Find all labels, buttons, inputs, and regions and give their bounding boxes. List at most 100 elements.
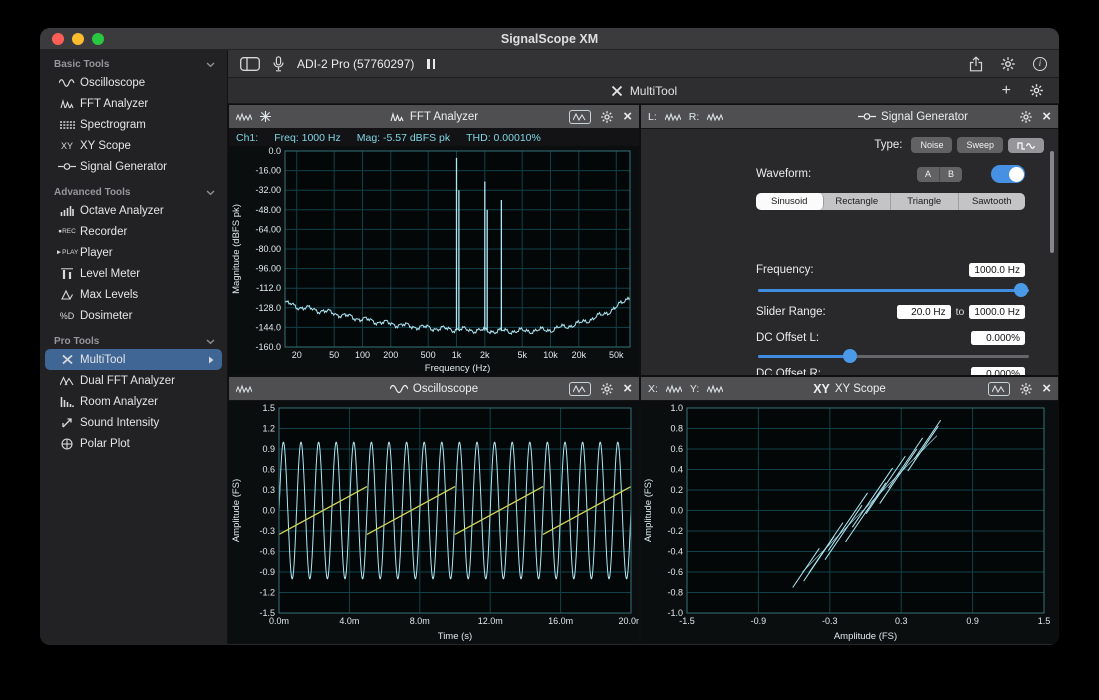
title-bar[interactable]: SignalScope XM (40, 28, 1059, 50)
sidebar-item-label: Dosimeter (80, 310, 132, 322)
slider-thumb[interactable] (1014, 283, 1028, 297)
range-max-field[interactable]: 1000.0 Hz (969, 305, 1025, 319)
slider-fill (758, 355, 850, 358)
scrollbar[interactable] (1050, 151, 1054, 253)
intensity-arrow-icon (54, 417, 80, 428)
siggen-settings-gear-icon[interactable] (1019, 110, 1033, 124)
section-label: Advanced Tools (54, 187, 131, 198)
waveform-rectangle-segment[interactable]: Rectangle (824, 193, 892, 210)
waveform-triangle-segment[interactable]: Triangle (891, 193, 959, 210)
input-meter-icon[interactable] (236, 112, 252, 122)
sidebar-section-advanced-tools[interactable]: Advanced Tools (40, 184, 227, 200)
sidebar-item-level-meter[interactable]: Level Meter (45, 263, 222, 284)
oscilloscope-header[interactable]: Oscilloscope × (229, 377, 639, 401)
sidebar-item-dual-fft-analyzer[interactable]: Dual FFT Analyzer (45, 370, 222, 391)
pause-button[interactable] (427, 59, 435, 69)
signal-generator-header[interactable]: L: R: Signal Generator × (641, 105, 1058, 129)
window-title: SignalScope XM (40, 32, 1059, 46)
xy-icon: XY (54, 141, 80, 151)
sidebar-item-player[interactable]: ►PLAY Player (45, 242, 222, 263)
sidebar-item-dosimeter[interactable]: %D Dosimeter (45, 305, 222, 326)
sidebar-item-signal-generator[interactable]: Signal Generator (45, 156, 222, 177)
zoom-window-button[interactable] (92, 33, 104, 45)
channel-settings-gear-icon[interactable] (1000, 56, 1016, 72)
spectrum-peaks-icon (54, 99, 80, 109)
x-channel-label: X: (648, 383, 658, 395)
waveform-segmented-control: Sinusoid Rectangle Triangle Sawtooth (756, 193, 1025, 210)
fft-panel-header[interactable]: FFT Analyzer × (229, 105, 639, 129)
type-tone-button[interactable] (1008, 138, 1044, 153)
microphone-icon[interactable] (273, 56, 284, 72)
spectrum-peaks-icon (390, 112, 405, 122)
sidebar-item-spectrogram[interactable]: Spectrogram (45, 114, 222, 135)
sidebar-item-room-analyzer[interactable]: Room Analyzer (45, 391, 222, 412)
share-icon[interactable] (969, 56, 983, 72)
sidebar-item-recorder[interactable]: ●REC Recorder (45, 221, 222, 242)
signal-generator-icon (858, 112, 876, 121)
osc-settings-gear-icon[interactable] (600, 382, 614, 396)
panels-grid: FFT Analyzer × Ch1: Freq: 1000 Hz Mag (228, 104, 1059, 644)
add-tool-button[interactable]: + (1002, 83, 1011, 99)
range-min-field[interactable]: 20.0 Hz (897, 305, 951, 319)
input-meter-icon[interactable] (236, 384, 252, 394)
xy-scope-header[interactable]: X: Y: XY XY Scope (641, 377, 1058, 401)
sidebar-item-sound-intensity[interactable]: Sound Intensity (45, 412, 222, 433)
spectrogram-icon (54, 120, 80, 130)
sidebar-item-fft-analyzer[interactable]: FFT Analyzer (45, 93, 222, 114)
chart-display-toggle-button[interactable] (569, 382, 591, 396)
disclosure-arrow-icon[interactable] (208, 356, 214, 364)
frequency-slider[interactable] (758, 283, 1029, 297)
waveform-sawtooth-segment[interactable]: Sawtooth (959, 193, 1026, 210)
dc-offset-r-field[interactable]: 0.000% (971, 367, 1025, 375)
sidebar-item-label: Polar Plot (80, 438, 130, 450)
freeze-icon[interactable] (260, 111, 271, 122)
type-noise-button[interactable]: Noise (911, 137, 952, 153)
slider-range-label: Slider Range: (756, 306, 826, 318)
sidebar-item-octave-analyzer[interactable]: Octave Analyzer (45, 200, 222, 221)
xy-settings-gear-icon[interactable] (1019, 382, 1033, 396)
sidebar-toggle-button[interactable] (240, 57, 260, 71)
info-icon[interactable]: i (1033, 57, 1047, 71)
sidebar-section-pro-tools[interactable]: Pro Tools (40, 333, 227, 349)
close-window-button[interactable] (52, 33, 64, 45)
right-output-meter-icon[interactable] (707, 112, 723, 122)
type-sweep-button[interactable]: Sweep (957, 137, 1003, 153)
sidebar-item-label: Spectrogram (80, 119, 146, 131)
svg-text:-64.00: -64.00 (255, 224, 281, 234)
svg-text:Amplitude (FS): Amplitude (FS) (231, 479, 242, 542)
sidebar-item-xy-scope[interactable]: XY XY Scope (45, 135, 222, 156)
svg-text:50: 50 (329, 350, 339, 360)
sidebar-section-basic-tools[interactable]: Basic Tools (40, 56, 227, 72)
dc-offset-l-slider[interactable] (758, 349, 1029, 363)
multitool-settings-gear-icon[interactable] (1029, 83, 1044, 98)
waveform-enable-toggle[interactable] (991, 165, 1025, 183)
x-input-meter-icon[interactable] (666, 384, 682, 394)
svg-text:-128.0: -128.0 (255, 303, 281, 313)
device-selector[interactable]: ADI-2 Pro (57760297) (297, 57, 414, 71)
chart-display-toggle-button[interactable] (569, 110, 591, 124)
close-panel-icon[interactable]: × (623, 109, 632, 124)
close-panel-icon[interactable]: × (623, 381, 632, 396)
sidebar-item-polar-plot[interactable]: Polar Plot (45, 433, 222, 454)
sidebar-item-multitool[interactable]: MultiTool (45, 349, 222, 370)
dc-offset-l-field[interactable]: 0.000% (971, 331, 1025, 345)
frequency-value-field[interactable]: 1000.0 Hz (969, 263, 1025, 277)
waveform-sinusoid-segment[interactable]: Sinusoid (756, 193, 824, 210)
sidebar-item-max-levels[interactable]: Max Levels (45, 284, 222, 305)
close-panel-icon[interactable]: × (1042, 109, 1051, 124)
close-panel-icon[interactable]: × (1042, 381, 1051, 396)
svg-text:0.3: 0.3 (895, 616, 908, 626)
fft-settings-gear-icon[interactable] (600, 110, 614, 124)
minimize-window-button[interactable] (72, 33, 84, 45)
left-output-meter-icon[interactable] (665, 112, 681, 122)
channel-b-button[interactable]: B (939, 167, 962, 182)
oscilloscope-title: Oscilloscope (413, 383, 478, 395)
waveform-label: Waveform: (756, 168, 811, 180)
traffic-lights (52, 33, 104, 45)
channel-a-button[interactable]: A (917, 167, 939, 182)
sidebar-item-oscilloscope[interactable]: Oscilloscope (45, 72, 222, 93)
chart-display-toggle-button[interactable] (988, 382, 1010, 396)
y-input-meter-icon[interactable] (707, 384, 723, 394)
slider-thumb[interactable] (843, 349, 857, 363)
svg-text:Magnitude (dBFS pk): Magnitude (dBFS pk) (231, 204, 242, 294)
